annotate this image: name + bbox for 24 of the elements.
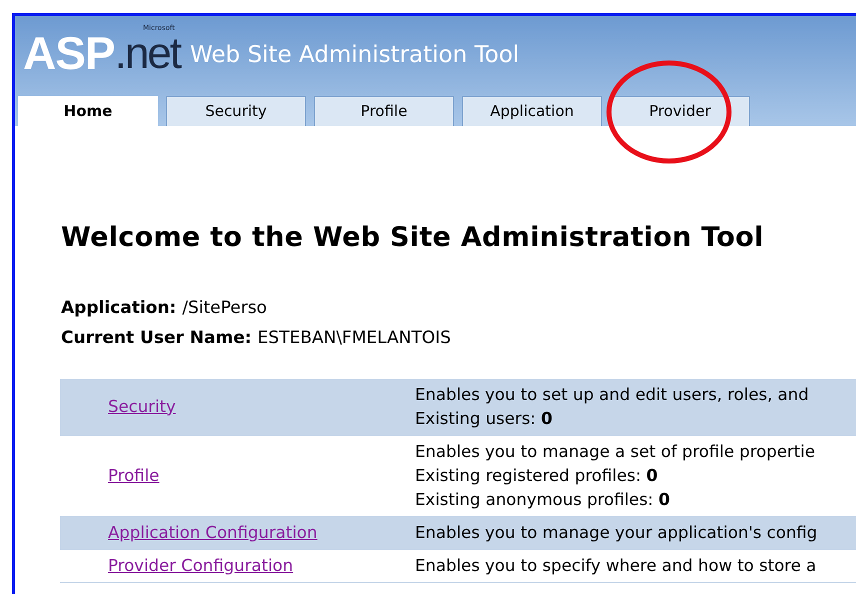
description-text: Enables you to manage your application's config <box>415 522 818 544</box>
nav-tab[interactable]: Profile <box>314 96 454 126</box>
description-text: Enables you to set up and edit users, roles, and <box>415 384 810 406</box>
description-text: Enables you to manage a set of profile propertie <box>415 440 816 462</box>
nav-tab[interactable]: Home <box>18 96 158 126</box>
page-heading: Welcome to the Web Site Administration Tool <box>61 221 765 255</box>
logo-text: .net <box>114 32 180 76</box>
section-link[interactable]: Profile <box>108 466 160 484</box>
info-label: Application: <box>61 298 176 318</box>
logo-text: ASP <box>23 30 115 76</box>
description-text: Enables you to specify where and how to store a <box>415 554 818 576</box>
nav-tab[interactable]: Security <box>166 96 306 126</box>
description-text: Existing users: 0 <box>415 408 554 430</box>
nav-tab[interactable]: Application <box>462 96 602 126</box>
info-value: ESTEBAN\FMELANTOIS <box>258 328 451 348</box>
description-text: Existing anonymous profiles: 0 <box>415 488 671 510</box>
nav-tab[interactable]: Provider <box>610 96 750 126</box>
section-link[interactable]: Provider Configuration <box>108 556 294 574</box>
section-link[interactable]: Application Configuration <box>108 522 318 542</box>
section-link[interactable]: Security <box>108 396 176 416</box>
info-label: Current User Name: <box>61 328 252 348</box>
window-title: Web Site Administration Tool <box>190 40 520 70</box>
description-text: Existing registered profiles: 0 <box>415 464 659 486</box>
info-value: /SitePerso <box>182 298 267 318</box>
